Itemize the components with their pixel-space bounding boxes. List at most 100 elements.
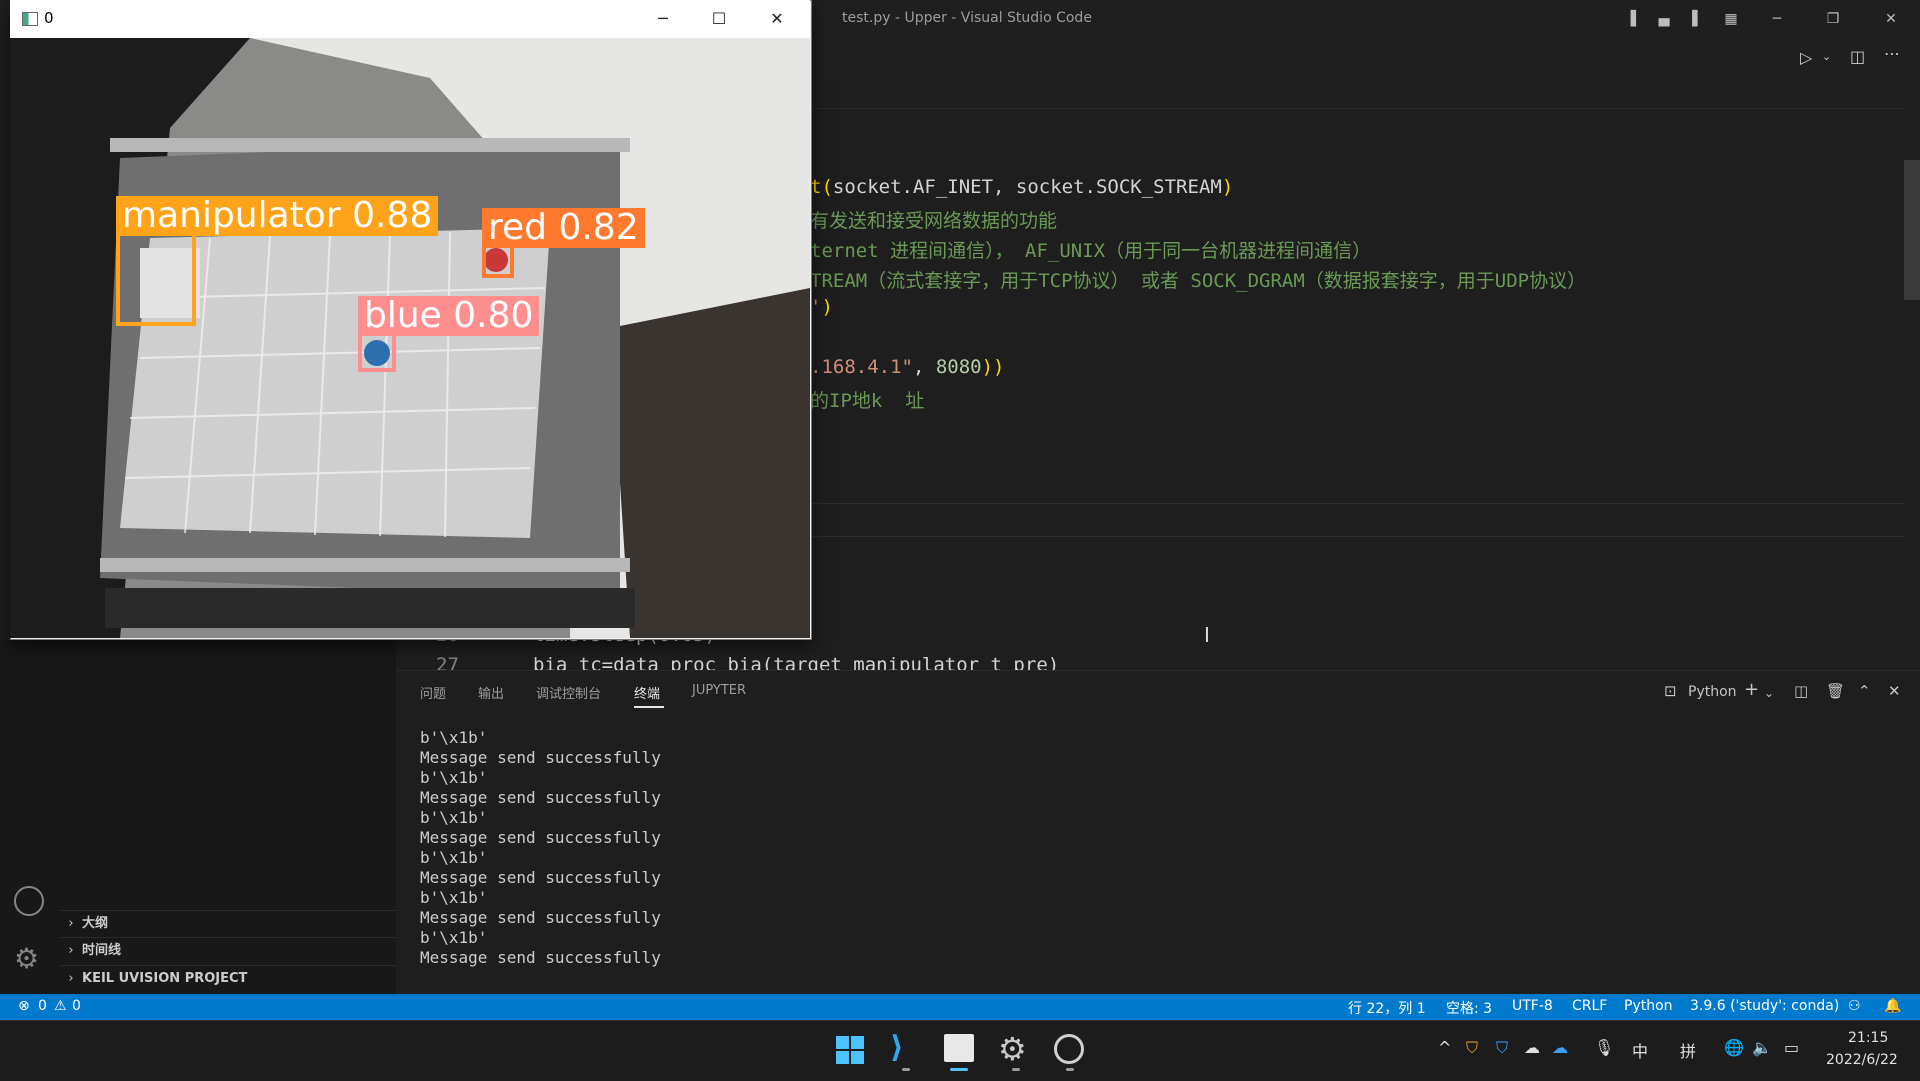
volume-icon[interactable]: 🔈 [1752,1038,1772,1057]
camera-scene [10,38,810,638]
clock-date[interactable]: 2022/6/22 [1826,1052,1898,1068]
minimize-icon[interactable]: ─ [1766,8,1788,30]
terminal-line: Message send successfully [420,908,661,927]
customize-layout-icon[interactable]: ▦ [1720,8,1742,30]
split-editor-icon[interactable]: ◫ [1850,47,1865,66]
code-line: .168.4.1", 8080)) [810,356,1005,378]
tab-problems[interactable]: 问题 [420,683,446,702]
app-icon [22,12,38,26]
editor-toolbar [810,38,1920,78]
opencv-window-taskbar-icon[interactable] [944,1034,974,1062]
sidebar-section-outline[interactable]: › 大纲 [60,910,396,937]
vscode-taskbar-icon[interactable]: ⟩ [890,1032,922,1064]
text-cursor-icon: I [1204,623,1210,647]
close-icon[interactable]: ✕ [1880,8,1902,30]
editor-scrollbar[interactable] [1904,160,1920,300]
run-icon[interactable]: ▷ [1800,48,1812,67]
cursor-position[interactable]: 行 22，列 1 [1348,998,1426,1018]
defender-icon[interactable]: ⛉ [1496,1038,1508,1058]
python-interpreter[interactable]: 3.9.6 ('study': conda) [1690,998,1839,1014]
current-line-highlight [810,503,1904,537]
onedrive-icon[interactable]: ☁ [1552,1038,1568,1057]
tab-terminal[interactable]: 终端 [634,683,660,702]
toggle-secondary-sidebar-icon[interactable]: ▐ [1681,8,1703,30]
shield-icon[interactable]: ⛉ [1466,1038,1478,1058]
trash-icon[interactable]: 🗑 [1826,682,1845,700]
chevron-down-icon[interactable]: ⌄ [1764,686,1774,700]
active-tab-indicator [634,706,664,708]
code-line: t(socket.AF_INET, socket.SOCK_STREAM) [810,176,1233,198]
feedback-icon[interactable]: ⚇ [1848,998,1861,1014]
bell-icon[interactable]: 🔔 [1884,998,1901,1014]
image-minimize-icon[interactable]: ─ [640,4,686,34]
code-token: ) [821,296,833,318]
tab-jupyter[interactable]: JUPYTER [692,683,746,698]
code-token: 有发送和接受网络数据的功能 [810,210,1058,232]
tab-output[interactable]: 输出 [478,683,504,702]
clock-time[interactable]: 21:15 [1848,1030,1888,1046]
gear-icon[interactable]: ⚙ [14,944,39,974]
close-panel-icon[interactable]: ✕ [1888,682,1901,700]
section-label: 时间线 [82,943,122,958]
chevron-down-icon[interactable]: ⌄ [1822,50,1831,63]
microphone-icon[interactable]: 🎙 [1594,1038,1614,1057]
running-indicator [902,1068,910,1071]
ime-language-indicator[interactable]: 中 [1632,1038,1648,1062]
code-line: ') [810,296,833,318]
terminal-line: Message send successfully [420,948,661,967]
network-icon[interactable]: 🌐 [1724,1038,1744,1057]
terminal-line: b'\x1b' [420,928,488,947]
battery-icon[interactable]: ▭ [1784,1038,1799,1057]
detection-label-red: red 0.82 [482,208,645,248]
terminal-line: b'\x1b' [420,808,488,827]
image-window-titlebar[interactable] [10,0,810,38]
more-actions-icon[interactable]: ⋯ [1884,44,1900,63]
warning-count[interactable]: 0 [72,998,81,1014]
terminal-profile-label[interactable]: Python [1688,684,1737,700]
terminal-line: b'\x1b' [420,848,488,867]
editor-divider [810,108,1904,109]
image-maximize-icon[interactable]: ☐ [696,4,742,34]
toggle-panel-icon[interactable]: ▄ [1653,8,1675,30]
show-hidden-icons-icon[interactable]: ^ [1438,1038,1451,1057]
toggle-sidebar-icon[interactable]: ▌ [1625,8,1647,30]
maximize-panel-icon[interactable]: ⌃ [1858,682,1871,700]
account-icon[interactable] [14,886,44,916]
sidebar-section-keil[interactable]: › KEIL UVISION PROJECT [60,965,396,992]
terminal-line: Message send successfully [420,788,661,807]
cloud-icon[interactable]: ☁ [1524,1038,1540,1057]
restore-icon[interactable]: ❐ [1822,8,1844,30]
error-count[interactable]: 0 [38,998,47,1014]
settings-taskbar-icon[interactable]: ⚙ [998,1030,1027,1068]
terminal-line: b'\x1b' [420,768,488,787]
sidebar-section-timeline[interactable]: › 时间线 [60,937,396,964]
code-token: , [912,356,936,378]
new-terminal-icon[interactable]: + [1744,679,1759,700]
ime-mode-indicator[interactable]: 拼 [1680,1038,1696,1062]
camera-frame: manipulator 0.88 red 0.82 blue 0.80 [10,38,810,638]
terminal-line: b'\x1b' [420,728,488,747]
image-window-title: 0 [44,9,54,27]
language-mode[interactable]: Python [1624,998,1673,1014]
code-line: ternet 进程间通信）， AF_UNIX（用于同一台机器进程间通信） [810,236,1371,263]
image-close-icon[interactable]: ✕ [754,4,800,34]
warning-icon[interactable]: ⚠ [54,998,67,1014]
terminal-line: b'\x1b' [420,888,488,907]
split-terminal-icon[interactable]: ◫ [1794,682,1808,700]
code-token: t( [810,176,833,198]
obs-taskbar-icon[interactable] [1054,1034,1084,1064]
indentation[interactable]: 空格: 3 [1446,998,1492,1018]
detection-box-manipulator [116,232,196,326]
start-icon[interactable] [836,1036,864,1064]
errors-icon[interactable]: ⊗ [18,998,30,1014]
tab-debug-console[interactable]: 调试控制台 [536,683,601,702]
detection-label-blue: blue 0.80 [358,296,540,336]
running-indicator [1066,1068,1074,1071]
code-line: TREAM（流式套接字，用于TCP协议） 或者 SOCK_DGRAM（数据报套接… [810,266,1586,293]
running-indicator [1012,1068,1020,1071]
encoding[interactable]: UTF-8 [1512,998,1553,1014]
terminal-line: Message send successfully [420,868,661,887]
code-token: )) [981,356,1005,378]
end-of-line[interactable]: CRLF [1572,998,1607,1014]
terminal-line: Message send successfully [420,748,661,767]
